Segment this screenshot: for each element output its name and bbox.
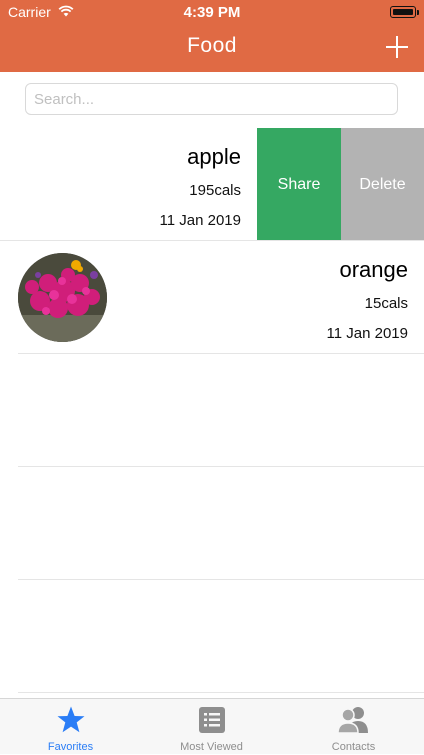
status-bar: Carrier 4:39 PM — [0, 0, 424, 24]
search-bar[interactable] — [25, 83, 398, 115]
battery-icon — [390, 6, 419, 18]
tab-label: Most Viewed — [180, 741, 243, 753]
star-icon — [57, 706, 84, 733]
navigation-bar: Carrier 4:39 PM Food — [0, 0, 424, 72]
status-time: 4:39 PM — [183, 4, 241, 21]
tab-bar: Favorites Most Viewed Contacts — [0, 698, 424, 754]
row-divider — [18, 353, 424, 354]
add-button[interactable] — [384, 34, 410, 60]
tab-most-viewed[interactable]: Most Viewed — [141, 699, 282, 755]
food-date: 11 Jan 2019 — [159, 212, 241, 229]
tab-favorites[interactable]: Favorites — [0, 699, 141, 755]
contacts-icon — [336, 707, 368, 734]
row-divider — [18, 466, 424, 467]
delete-button[interactable]: Delete — [341, 128, 424, 241]
tab-contacts[interactable]: Contacts — [283, 699, 424, 755]
food-calories: 15cals — [364, 295, 408, 312]
page-title: Food — [187, 34, 237, 57]
tab-label: Contacts — [331, 741, 376, 753]
share-button[interactable]: Share — [257, 128, 341, 241]
food-name: orange — [339, 257, 408, 282]
row-divider — [18, 692, 424, 693]
list-item-content[interactable]: apple 195cals 11 Jan 2019 — [0, 128, 257, 241]
list-icon — [198, 707, 225, 733]
list-item[interactable]: orange 15cals 11 Jan 2019 — [0, 241, 424, 354]
row-divider — [18, 579, 424, 580]
search-input[interactable] — [26, 84, 397, 114]
food-date: 11 Jan 2019 — [326, 325, 408, 342]
list-item[interactable]: apple 195cals 11 Jan 2019 Share Delete — [0, 128, 424, 241]
food-thumbnail — [18, 253, 107, 342]
food-name: apple — [187, 144, 241, 169]
tab-label: Favorites — [47, 741, 94, 753]
food-calories: 195cals — [189, 182, 241, 199]
